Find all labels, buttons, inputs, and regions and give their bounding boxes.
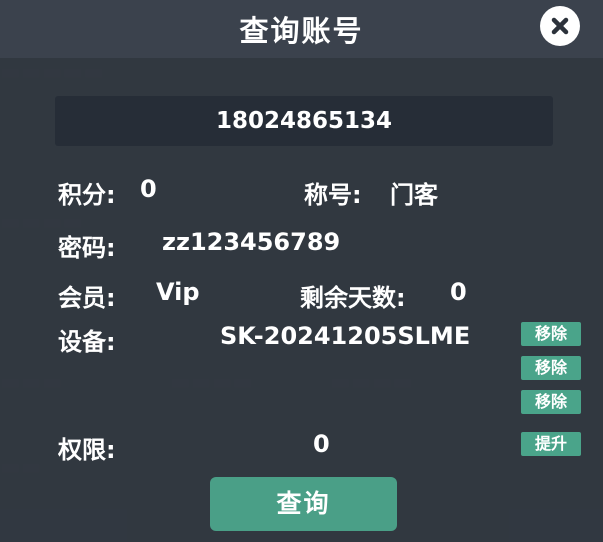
title-value: 门客 bbox=[390, 181, 438, 209]
remove-device-button-2[interactable]: 移除 bbox=[521, 356, 581, 380]
upgrade-permission-button[interactable]: 提升 bbox=[521, 432, 581, 456]
permission-value: 0 bbox=[313, 430, 330, 458]
close-icon bbox=[551, 17, 569, 35]
query-button[interactable]: 查询 bbox=[210, 477, 397, 531]
dialog-title: 查询账号 bbox=[239, 14, 364, 48]
password-label: 密码: bbox=[58, 234, 116, 262]
account-value: 18024865134 bbox=[215, 108, 393, 134]
close-button[interactable] bbox=[540, 6, 580, 46]
password-value: zz123456789 bbox=[162, 228, 341, 256]
points-label: 积分: bbox=[58, 181, 116, 209]
days-left-value: 0 bbox=[450, 278, 467, 306]
member-label: 会员: bbox=[58, 284, 116, 312]
permission-label: 权限: bbox=[58, 436, 116, 464]
remove-device-button-3[interactable]: 移除 bbox=[521, 390, 581, 414]
points-value: 0 bbox=[140, 175, 157, 203]
query-account-dialog: 查询账号 18024865134 积分: 0 称号: 门客 密码: zz1234… bbox=[0, 0, 603, 542]
device-value: SK-20241205SLME bbox=[220, 322, 471, 350]
device-label: 设备: bbox=[58, 328, 116, 356]
account-field[interactable]: 18024865134 bbox=[55, 96, 553, 146]
remove-device-button-1[interactable]: 移除 bbox=[521, 322, 581, 346]
screen: ▬▬▬▬▬ ▬▬▬▬ ▬▬▬ ▬▬▬▬ ▬▬▬▬ ▬▬ 查询账号 1802486… bbox=[0, 0, 603, 542]
title-label: 称号: bbox=[304, 181, 362, 209]
member-value: Vip bbox=[156, 278, 200, 306]
days-left-label: 剩余天数: bbox=[300, 284, 406, 312]
